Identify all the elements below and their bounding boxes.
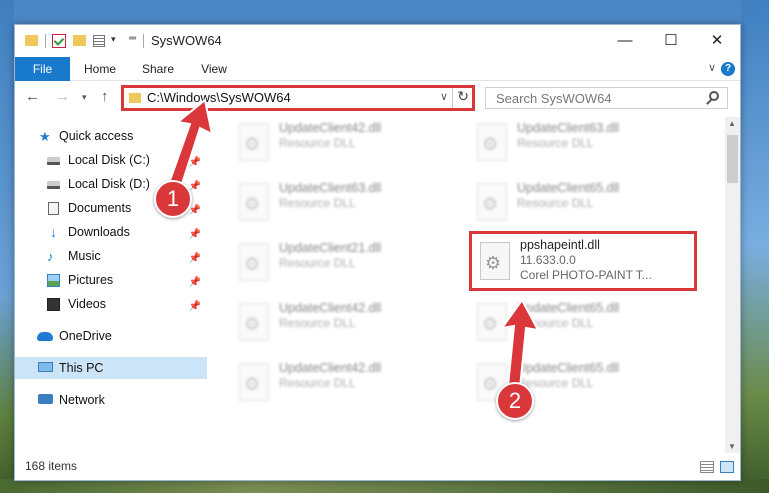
step-2-callout: 2 (496, 382, 534, 420)
step-1-callout: 1 (154, 180, 192, 218)
arrow-1 (166, 98, 214, 192)
annotation-arrows (166, 98, 540, 390)
arrow-2 (499, 298, 540, 390)
